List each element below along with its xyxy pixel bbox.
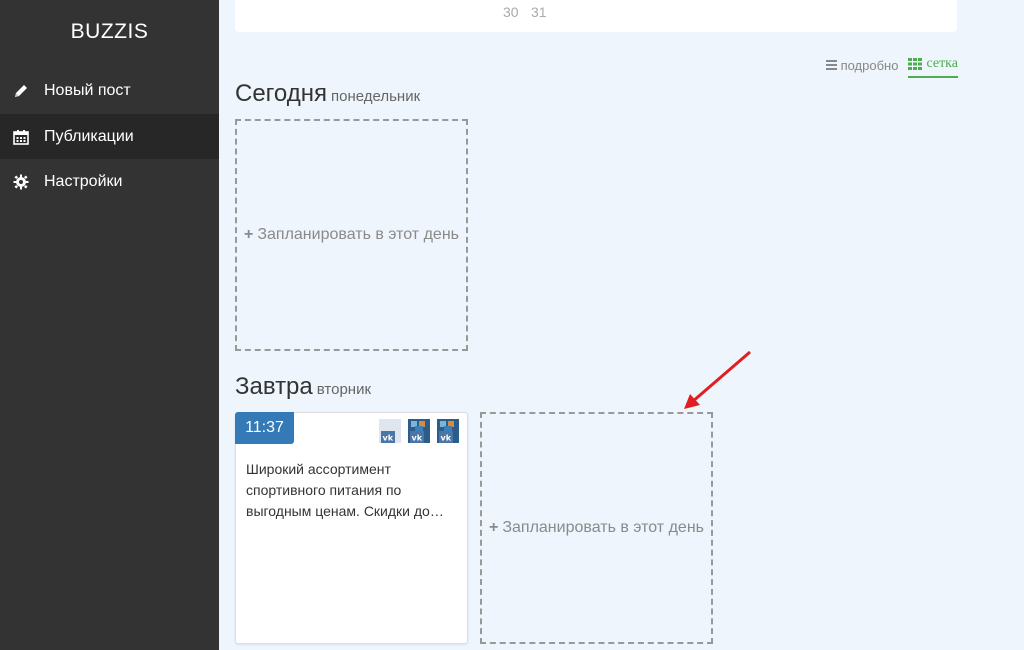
day-weekday: понедельник bbox=[330, 88, 421, 105]
scheduled-post-card[interactable]: 11:37 vk vk vk Широкий ассортимент спорт… bbox=[235, 412, 468, 644]
schedule-slot-today[interactable]: + Запланировать в этот день bbox=[235, 119, 468, 351]
sidebar-item-label: Публикации bbox=[44, 127, 134, 145]
sidebar-item-new-post[interactable]: Новый пост bbox=[0, 68, 219, 113]
calendar-icon bbox=[11, 127, 31, 147]
post-time-badge: 11:37 bbox=[235, 412, 294, 444]
day-heading-today: Сегодня понедельник bbox=[235, 80, 420, 108]
day-heading-tomorrow: Завтра вторник bbox=[235, 373, 371, 401]
view-grid-option[interactable]: сетка bbox=[908, 56, 958, 78]
sidebar-item-settings[interactable]: Настройки bbox=[0, 159, 219, 204]
sidebar-item-publications[interactable]: Публикации bbox=[0, 114, 219, 159]
view-grid-label: сетка bbox=[926, 56, 958, 71]
vk-icon: vk bbox=[377, 417, 403, 445]
day-weekday: вторник bbox=[316, 381, 372, 398]
calendar-date[interactable]: 30 bbox=[503, 4, 519, 20]
annotation-arrow-icon bbox=[684, 350, 751, 409]
grid-icon bbox=[908, 58, 923, 70]
brand-logo[interactable]: BUZZIS bbox=[0, 20, 219, 44]
sidebar: BUZZIS Новый пост Публикации Настройки bbox=[0, 0, 219, 650]
post-networks: vk vk vk bbox=[377, 417, 461, 445]
svg-text:vk: vk bbox=[412, 434, 423, 443]
sidebar-item-label: Настройки bbox=[44, 172, 123, 190]
vk-icon: vk bbox=[406, 417, 432, 445]
sidebar-item-label: Новый пост bbox=[44, 81, 131, 99]
list-icon bbox=[825, 60, 837, 70]
svg-text:vk: vk bbox=[441, 434, 452, 443]
pencil-icon bbox=[11, 81, 31, 101]
view-list-label: подробно bbox=[840, 57, 899, 73]
day-title: Завтра bbox=[235, 373, 313, 400]
main-content: 30 31 подробно сетка Сегодня понедельник … bbox=[219, 0, 1024, 650]
vk-icon: vk bbox=[435, 417, 461, 445]
svg-text:vk: vk bbox=[383, 434, 394, 443]
schedule-label: Запланировать в этот день bbox=[257, 226, 459, 243]
view-toggle: подробно сетка bbox=[816, 56, 958, 78]
plus-icon: + bbox=[489, 519, 499, 536]
schedule-label: Запланировать в этот день bbox=[502, 519, 704, 536]
post-text-preview: Широкий ассортимент спортивного питания … bbox=[246, 461, 444, 519]
schedule-slot-tomorrow[interactable]: + Запланировать в этот день bbox=[480, 412, 713, 644]
gear-icon bbox=[11, 172, 31, 192]
calendar-date[interactable]: 31 bbox=[531, 4, 547, 20]
day-title: Сегодня bbox=[235, 80, 327, 107]
plus-icon: + bbox=[244, 226, 254, 243]
view-list-option[interactable]: подробно bbox=[825, 57, 899, 77]
calendar-widget: 30 31 bbox=[235, 0, 957, 32]
